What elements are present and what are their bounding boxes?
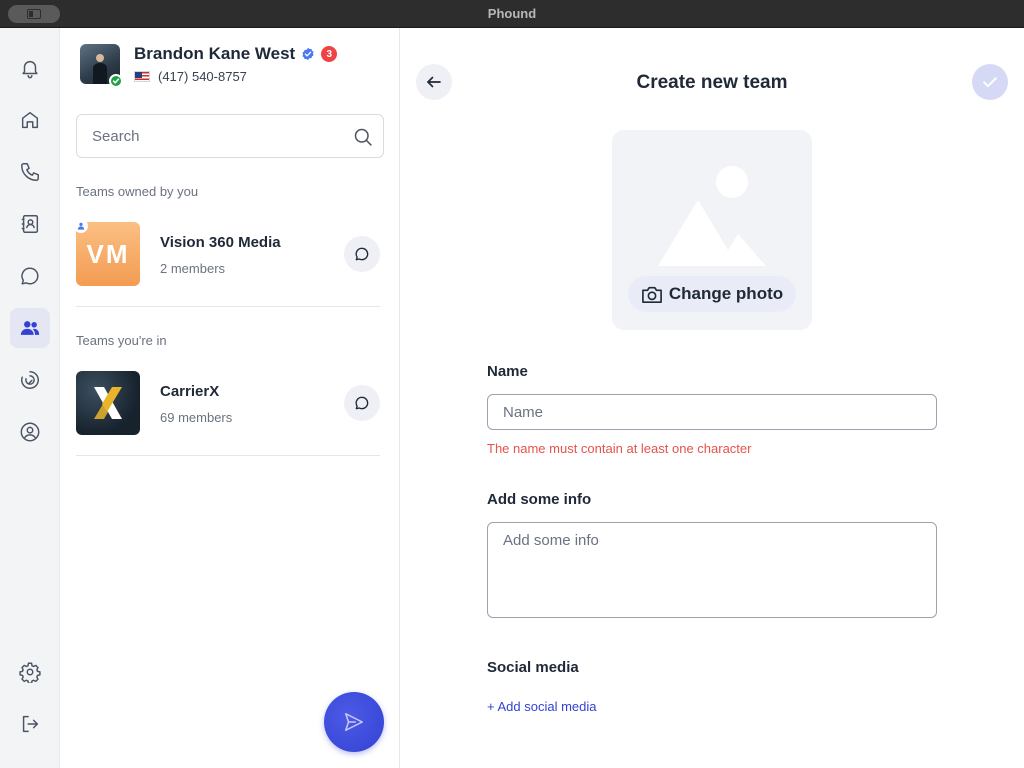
rail-contacts[interactable] bbox=[10, 204, 50, 244]
info-field[interactable] bbox=[487, 522, 937, 618]
check-icon bbox=[112, 78, 120, 84]
check-icon bbox=[983, 77, 997, 88]
window-title: Phound bbox=[487, 6, 537, 21]
team-row-owned-0[interactable]: VM Vision 360 Media 2 members bbox=[74, 219, 380, 286]
rail-settings[interactable] bbox=[10, 652, 50, 692]
user-circle-icon bbox=[20, 422, 40, 442]
home-icon bbox=[21, 111, 39, 129]
social-media-label: Social media bbox=[487, 659, 579, 676]
section-label-owned: Teams owned by you bbox=[76, 184, 199, 199]
rail-teams[interactable] bbox=[10, 308, 50, 348]
new-conversation-button[interactable] bbox=[324, 692, 384, 752]
create-team-panel: Create new team Change photo Name The na… bbox=[400, 28, 1024, 768]
rail-activity[interactable] bbox=[10, 360, 50, 400]
rail-home[interactable] bbox=[10, 100, 50, 140]
team-chat-button[interactable] bbox=[344, 385, 380, 421]
carrierx-logo-icon bbox=[94, 387, 122, 419]
rail-calls[interactable] bbox=[10, 152, 50, 192]
us-flag-icon bbox=[134, 71, 150, 82]
phone-icon bbox=[21, 163, 39, 181]
chat-icon bbox=[21, 267, 39, 285]
owner-icon bbox=[74, 219, 88, 233]
team-member-count: 69 members bbox=[160, 410, 233, 425]
logout-icon bbox=[22, 715, 39, 733]
confirm-button[interactable] bbox=[972, 64, 1008, 100]
team-name: CarrierX bbox=[160, 383, 220, 400]
info-label: Add some info bbox=[487, 491, 592, 508]
rail-messages[interactable] bbox=[10, 256, 50, 296]
verified-icon bbox=[302, 47, 314, 61]
circular-arrow-icon bbox=[21, 371, 39, 389]
profile-name-row: Brandon Kane West 3 bbox=[134, 44, 338, 64]
divider bbox=[76, 455, 380, 456]
rail-notifications[interactable] bbox=[10, 48, 50, 88]
search-input[interactable] bbox=[77, 115, 337, 157]
page-title: Create new team bbox=[636, 72, 788, 93]
change-photo-label: Change photo bbox=[668, 284, 784, 303]
team-logo: VM bbox=[76, 222, 140, 286]
gear-icon bbox=[19, 662, 41, 683]
nav-rail bbox=[0, 28, 60, 768]
change-photo-button[interactable]: Change photo bbox=[628, 276, 796, 312]
profile-name: Brandon Kane West bbox=[134, 44, 296, 63]
name-label: Name bbox=[487, 363, 528, 380]
add-social-media-link[interactable]: + Add social media bbox=[487, 699, 596, 714]
bell-icon bbox=[22, 60, 38, 79]
avatar-person-figure bbox=[93, 54, 107, 84]
profile-phone-row: (417) 540-8757 bbox=[134, 69, 247, 84]
section-label-member: Teams you're in bbox=[76, 333, 167, 348]
camera-icon bbox=[641, 286, 662, 303]
team-icon bbox=[20, 321, 40, 335]
name-field[interactable] bbox=[487, 394, 937, 430]
contacts-icon bbox=[21, 215, 39, 233]
divider bbox=[76, 306, 380, 307]
send-icon bbox=[345, 713, 363, 731]
profile-phone: (417) 540-8757 bbox=[158, 69, 247, 84]
rail-logout[interactable] bbox=[10, 704, 50, 744]
image-placeholder-icon bbox=[658, 166, 766, 266]
name-error-message: The name must contain at least one chara… bbox=[487, 441, 752, 456]
team-member-count: 2 members bbox=[160, 261, 226, 276]
team-chat-button[interactable] bbox=[344, 236, 380, 272]
team-name: Vision 360 Media bbox=[160, 234, 281, 251]
team-row-member-0[interactable]: CarrierX 69 members bbox=[76, 371, 380, 435]
teams-panel: Brandon Kane West 3 (417) 540-8757 Teams… bbox=[60, 28, 400, 768]
online-status-badge bbox=[109, 74, 123, 88]
search-icon[interactable] bbox=[353, 127, 373, 147]
chat-bubble-icon bbox=[355, 247, 369, 261]
team-logo bbox=[76, 371, 140, 435]
notification-count-badge: 3 bbox=[321, 46, 338, 62]
title-bar: Phound bbox=[0, 0, 1024, 28]
search-box bbox=[76, 114, 384, 158]
chat-bubble-icon bbox=[355, 396, 369, 410]
rail-profile[interactable] bbox=[10, 412, 50, 452]
team-photo-placeholder[interactable]: Change photo bbox=[612, 130, 812, 330]
